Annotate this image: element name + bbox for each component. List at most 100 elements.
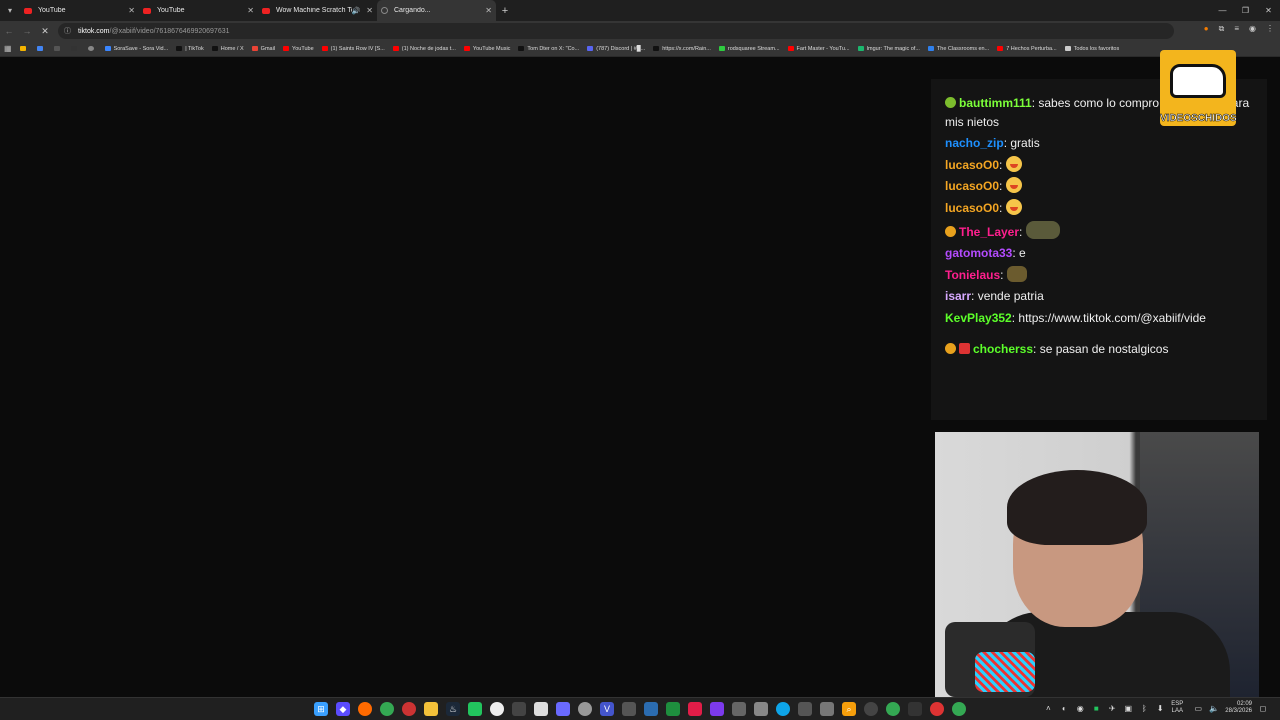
bookmark-item[interactable]: Tom Dter on X: "Co... — [518, 46, 579, 52]
close-icon[interactable]: ✕ — [366, 6, 373, 15]
steam-icon[interactable]: ♨ — [446, 702, 460, 716]
windows-start-icon[interactable]: ⊞ — [314, 702, 328, 716]
app-icon[interactable] — [512, 702, 526, 716]
youtube-icon — [283, 46, 290, 51]
new-tab-button[interactable]: + — [496, 5, 514, 17]
search-icon[interactable]: ⌕ — [842, 702, 856, 716]
app-icon[interactable] — [644, 702, 658, 716]
app-icon[interactable] — [490, 702, 504, 716]
chrome-active-icon[interactable] — [930, 702, 944, 716]
chrome-icon[interactable] — [886, 702, 900, 716]
tray-app-icon[interactable]: ✈ — [1107, 704, 1117, 713]
language-indicator[interactable]: ESP LAA — [1171, 701, 1183, 715]
laughing-emote-icon — [1005, 198, 1022, 215]
app-icon[interactable] — [556, 702, 570, 716]
all-bookmarks-folder[interactable]: Todos los favoritos — [1064, 46, 1119, 52]
file-explorer-icon[interactable] — [424, 702, 438, 716]
bookmark-item[interactable]: rodsquaree Stream... — [718, 46, 780, 52]
app-icon[interactable] — [688, 702, 702, 716]
site-info-icon[interactable]: ⓘ — [64, 26, 71, 36]
kick-icon — [718, 46, 725, 51]
volume-icon[interactable]: 🔈 — [1209, 704, 1219, 713]
tab-youtube-1[interactable]: YouTube ✕ — [20, 0, 139, 21]
tray-app-icon[interactable]: ◐ — [1059, 704, 1069, 713]
network-icon[interactable]: ▭ — [1193, 704, 1203, 713]
bookmark-item[interactable]: Fart Master - YouTu... — [787, 46, 850, 52]
download-icon[interactable]: ⬇ — [1155, 704, 1165, 713]
bookmark-item[interactable]: YouTube — [283, 46, 314, 52]
back-icon[interactable]: ← — [0, 26, 18, 36]
tray-app-icon[interactable]: ■ — [1091, 704, 1101, 713]
close-window-icon[interactable]: ✕ — [1257, 0, 1280, 21]
stop-loading-icon[interactable]: ✕ — [36, 26, 54, 37]
maximize-icon[interactable]: ❐ — [1234, 0, 1257, 21]
app-icon[interactable] — [710, 702, 724, 716]
bookmark-item[interactable]: 7 Hechos Perturba... — [997, 46, 1057, 52]
terminal-icon[interactable] — [908, 702, 922, 716]
sub-badge-icon — [945, 342, 956, 354]
tray-app-icon[interactable]: ◉ — [1075, 704, 1085, 713]
app-icon[interactable] — [864, 702, 878, 716]
media-icon[interactable]: ≡ — [1234, 24, 1239, 34]
tab-youtube-2[interactable]: YouTube ✕ — [139, 0, 258, 21]
profile-avatar-icon[interactable]: ◉ — [1249, 24, 1256, 34]
app-icon[interactable] — [666, 702, 680, 716]
app-icon[interactable] — [776, 702, 790, 716]
clock[interactable]: 02:09 28/3/2026 — [1225, 701, 1252, 715]
app-icon[interactable] — [578, 702, 592, 716]
bookmark-item[interactable]: SoraSave - Sora Vid... — [104, 46, 168, 52]
app-icon[interactable] — [622, 702, 636, 716]
bookmark-item[interactable]: (1) Saints Row IV [S... — [321, 46, 385, 52]
bookmark-item[interactable]: https://x.com/Rain... — [653, 46, 711, 52]
bookmark-item[interactable]: Home / X — [211, 46, 244, 52]
bookmark-item[interactable]: (787) Discord | #█... — [587, 46, 645, 52]
bookmark-folder-icon[interactable] — [19, 46, 29, 51]
bookmark-label: | TikTok — [185, 45, 204, 52]
app-icon[interactable] — [732, 702, 746, 716]
bookmark-item[interactable]: The Classrooms en... — [927, 46, 989, 52]
bookmark-icon[interactable] — [70, 46, 80, 51]
firefox-icon[interactable] — [358, 702, 372, 716]
bookmark-item[interactable]: | TikTok — [176, 46, 204, 52]
close-icon[interactable]: ✕ — [247, 6, 254, 15]
tab-title: Cargando... — [394, 7, 431, 14]
bookmark-item[interactable]: Imgur: The magic of... — [857, 46, 920, 52]
extension-icon[interactable]: ● — [1204, 24, 1209, 34]
apps-grid-icon[interactable]: ▦ — [4, 44, 12, 53]
chevron-up-icon[interactable]: ˄ — [1043, 704, 1053, 713]
app-icon[interactable]: ◆ — [336, 702, 350, 716]
bookmark-icon[interactable] — [36, 46, 46, 51]
app-icon[interactable] — [820, 702, 834, 716]
chrome-icon[interactable] — [952, 702, 966, 716]
chat-text: : https://www.tiktok.com/@xabiif/vide — [1011, 310, 1206, 325]
notifications-icon[interactable]: ◻ — [1258, 704, 1268, 713]
tab-loading[interactable]: Cargando... ✕ — [377, 0, 496, 21]
chrome-icon[interactable] — [380, 702, 394, 716]
minimize-icon[interactable]: — — [1211, 0, 1234, 21]
bookmark-icon[interactable] — [53, 46, 63, 51]
tab-wow-machine[interactable]: Wow Machine Scratch Test 🔊 ✕ — [258, 0, 377, 21]
app-icon[interactable] — [798, 702, 812, 716]
bookmark-item[interactable]: YouTube Music — [463, 46, 510, 52]
bookmark-item[interactable]: Gmail — [251, 46, 275, 52]
notepad-icon[interactable] — [534, 702, 548, 716]
app-icon[interactable] — [754, 702, 768, 716]
bookmark-icon[interactable] — [87, 46, 97, 51]
streamer-hair — [1007, 470, 1147, 545]
app-icon[interactable] — [402, 702, 416, 716]
chat-username: gatomota33 — [945, 246, 1013, 261]
forward-icon[interactable]: → — [18, 26, 36, 36]
close-icon[interactable]: ✕ — [485, 6, 492, 15]
tab-search-button[interactable]: ▾ — [0, 0, 20, 21]
vegas-icon[interactable]: V — [600, 702, 614, 716]
app-icon[interactable] — [468, 702, 482, 716]
menu-kebab-icon[interactable]: ⋮ — [1266, 24, 1274, 34]
tray-app-icon[interactable]: ▣ — [1123, 704, 1133, 713]
address-bar[interactable]: ⓘ tiktok.com/@xabiif/video/7618676469920… — [58, 23, 1174, 39]
extensions-puzzle-icon[interactable]: ⧉ — [1219, 24, 1225, 34]
bookmark-item[interactable]: (1) Noche de jodas t... — [392, 46, 456, 52]
speaker-icon[interactable]: 🔊 — [352, 7, 361, 15]
webcam-overlay — [935, 432, 1259, 697]
close-icon[interactable]: ✕ — [128, 6, 135, 15]
bluetooth-icon[interactable]: ᛒ — [1139, 704, 1149, 713]
